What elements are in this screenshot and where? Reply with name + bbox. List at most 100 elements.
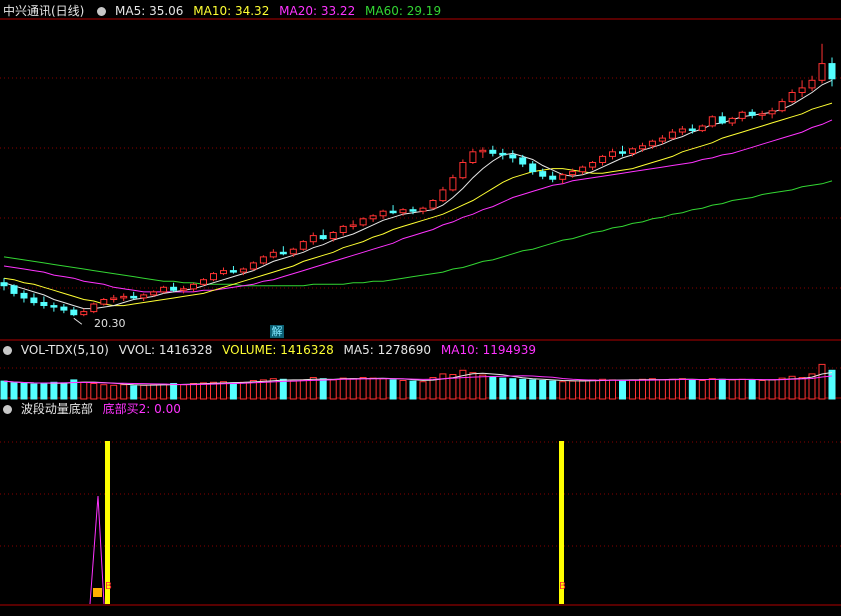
volume-bar-82	[818, 363, 826, 400]
candle-72	[718, 112, 726, 125]
momentum-spike	[89, 495, 105, 605]
candle-body	[469, 151, 477, 164]
candle-77	[768, 107, 776, 119]
candle-74	[738, 110, 746, 122]
candle-38	[379, 209, 387, 219]
volume-bar-61	[609, 379, 616, 400]
volume-bar-71	[708, 378, 716, 400]
volume-bar-63	[629, 379, 636, 400]
candle-body	[269, 251, 277, 258]
candle-5	[50, 302, 58, 312]
volume-bar-21	[210, 381, 217, 400]
candle-1	[10, 284, 18, 297]
candle-body	[599, 155, 607, 163]
candle-36	[359, 217, 367, 227]
volume-header: VOL-TDX(5,10) VVOL: 1416328 VOLUME: 1416…	[0, 342, 542, 358]
candle-16	[160, 285, 168, 294]
kline-terminal: BB 中兴通讯(日线) MA5: 35.06 MA10: 34.32 MA20:…	[0, 0, 841, 616]
candle-body	[529, 163, 537, 173]
candle-body	[229, 270, 237, 273]
candle-body	[738, 111, 746, 119]
candle-body	[788, 92, 796, 103]
volume-bar-54	[539, 380, 547, 400]
volume-bar-35	[349, 378, 357, 400]
volume-bar-67	[668, 378, 676, 400]
candle-body	[818, 63, 826, 81]
volume-bar-65	[648, 378, 656, 400]
candle-body	[150, 291, 158, 296]
unlock-marker[interactable]: 解	[270, 325, 284, 338]
candle-body	[329, 232, 337, 240]
volume-bar-46	[459, 369, 467, 400]
buy-signal-bar-1	[559, 441, 564, 604]
candle-48	[479, 147, 487, 158]
volume-bar-57	[569, 380, 577, 400]
candle-body	[489, 149, 497, 154]
volume-bar-75	[748, 379, 756, 400]
volume-bar-50	[499, 377, 507, 400]
ma60-readout: MA60: 29.19	[365, 4, 442, 18]
candle-body	[30, 297, 38, 304]
candle-body	[708, 116, 716, 127]
volume-bar-42	[419, 381, 427, 400]
volume-bar-36	[359, 377, 367, 400]
volume-bars	[0, 363, 836, 400]
candle-58	[579, 165, 587, 175]
low-pointer	[73, 317, 83, 325]
candle-body	[758, 113, 766, 116]
ma5-line	[3, 79, 833, 310]
candle-body	[289, 248, 297, 255]
volume-settings-dot-icon[interactable]	[3, 346, 12, 355]
candle-body	[70, 309, 78, 316]
volume-bar-62	[619, 380, 626, 400]
volume-bar-80	[798, 377, 806, 400]
candle-body	[309, 235, 317, 243]
volume-bar-37	[369, 377, 377, 400]
candle-82	[818, 43, 826, 84]
candle-body	[359, 218, 367, 226]
candle-44	[439, 186, 447, 203]
ma10-readout: MA10: 34.32	[193, 4, 270, 18]
candle-body	[678, 128, 686, 133]
buy-signal-marker-1: B	[559, 581, 566, 592]
volume-bar-44	[439, 373, 447, 400]
candle-body	[828, 63, 836, 80]
volume-bar-18	[180, 384, 188, 400]
ma5-readout: MA5: 35.06	[115, 4, 184, 18]
settings-dot-icon[interactable]	[97, 7, 107, 16]
candle-body	[110, 297, 118, 300]
candle-body	[609, 151, 616, 157]
candle-body	[210, 273, 217, 281]
candle-56	[559, 173, 567, 184]
candle-62	[619, 145, 626, 157]
candle-body	[589, 162, 597, 168]
volume-bar-14	[140, 384, 148, 400]
volume-bar-8	[80, 381, 88, 400]
candle-23	[229, 265, 237, 274]
candle-body	[698, 125, 706, 132]
moving-average-lines	[3, 79, 833, 310]
candle-body	[90, 303, 98, 313]
candle-37	[369, 214, 377, 222]
candle-body	[180, 288, 188, 291]
volume-bar-10	[100, 384, 108, 400]
candle-body	[160, 286, 168, 293]
indicator-settings-dot-icon[interactable]	[3, 405, 12, 414]
signal-flag-icon	[93, 588, 102, 597]
volume-bar-30	[299, 379, 307, 400]
candle-body	[130, 295, 138, 299]
candle-body	[279, 251, 287, 255]
candle-body	[728, 117, 736, 124]
volume-bar-28	[279, 378, 287, 400]
candle-21	[210, 272, 217, 282]
candle-body	[479, 149, 487, 153]
volume-bar-66	[658, 379, 666, 400]
vvol-readout: VVOL: 1416328	[118, 343, 213, 357]
candle-body	[200, 279, 207, 285]
candle-22	[220, 267, 227, 276]
chart-canvas[interactable]: BB	[0, 0, 841, 616]
candle-body	[658, 137, 666, 142]
volume-bar-60	[599, 378, 607, 400]
candle-64	[639, 142, 646, 152]
volume-bar-39	[389, 379, 397, 400]
